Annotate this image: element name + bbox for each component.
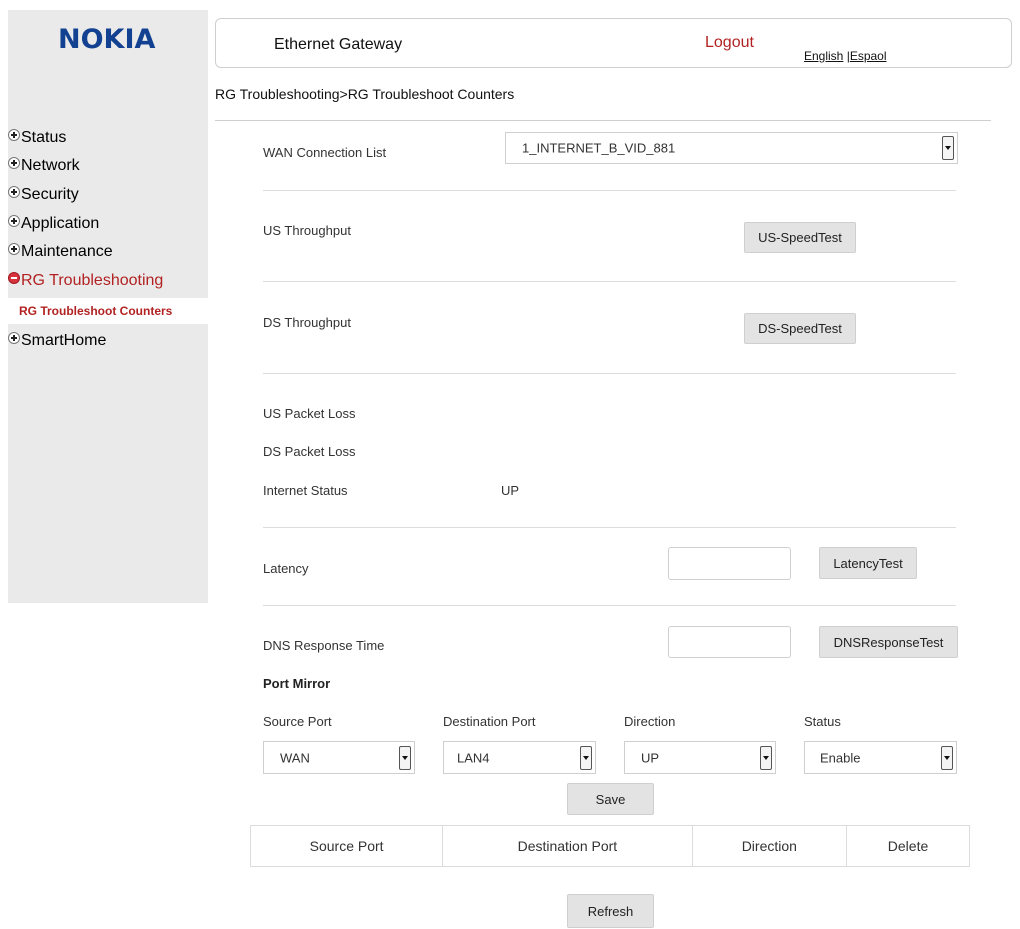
sidebar-item-security[interactable]: Security — [8, 184, 79, 206]
plus-icon — [8, 157, 20, 169]
sidebar-item-status[interactable]: Status — [8, 127, 66, 149]
sidebar-item-label: RG Troubleshooting — [21, 272, 164, 289]
plus-icon — [8, 332, 20, 344]
sidebar-item-label: Application — [21, 215, 100, 232]
divider — [263, 373, 956, 374]
header-title: Ethernet Gateway — [274, 36, 403, 53]
wan-connection-value: 1_INTERNET_B_VID_881 — [522, 140, 676, 156]
sidebar-subitem-rg-troubleshoot-counters[interactable]: RG Troubleshoot Counters — [8, 298, 208, 324]
sidebar-item-label: Security — [21, 186, 79, 203]
column-header-source-port: Source Port — [249, 825, 444, 867]
ds-throughput-label: DS Throughput — [263, 315, 351, 330]
refresh-button[interactable]: Refresh — [567, 894, 654, 928]
plus-icon — [8, 243, 20, 255]
save-button[interactable]: Save — [567, 783, 654, 815]
wan-connection-label: WAN Connection List — [263, 145, 387, 160]
column-header-delete: Delete — [846, 825, 970, 867]
column-header-destination-port: Destination Port — [442, 825, 693, 867]
us-speedtest-button[interactable]: US-SpeedTest — [744, 222, 856, 253]
sidebar-item-rg-troubleshooting[interactable]: RG Troubleshooting — [8, 270, 163, 292]
dns-response-label: DNS Response Time — [263, 638, 385, 653]
sidebar-item-label: Network — [21, 157, 80, 174]
divider — [263, 190, 956, 191]
ds-speedtest-button[interactable]: DS-SpeedTest — [744, 313, 856, 344]
sidebar-item-maintenance[interactable]: Maintenance — [8, 241, 113, 263]
ds-packet-loss-label: DS Packet Loss — [263, 444, 356, 459]
internet-status-value: UP — [501, 483, 520, 498]
latency-label: Latency — [263, 561, 309, 576]
sidebar-item-label: SmartHome — [21, 332, 107, 349]
logout-link[interactable]: Logout — [705, 34, 754, 52]
dns-response-test-button[interactable]: DNSResponseTest — [819, 626, 958, 658]
source-port-select[interactable]: WAN — [263, 741, 415, 774]
breadcrumb: RG Troubleshooting>RG Troubleshoot Count… — [215, 86, 515, 102]
status-select[interactable]: Enable — [804, 741, 957, 774]
plus-icon — [8, 215, 20, 227]
internet-status-label: Internet Status — [263, 483, 348, 498]
destination-port-label: Destination Port — [443, 714, 536, 729]
chevron-down-icon — [399, 745, 411, 770]
us-throughput-label: US Throughput — [263, 223, 351, 238]
latency-input[interactable] — [668, 547, 791, 580]
direction-label: Direction — [624, 714, 676, 729]
chevron-down-icon — [941, 745, 953, 770]
minus-icon — [8, 272, 20, 284]
sidebar-item-label: Status — [21, 129, 67, 146]
latency-test-button[interactable]: LatencyTest — [819, 547, 917, 579]
us-packet-loss-label: US Packet Loss — [263, 406, 356, 421]
source-port-label: Source Port — [263, 714, 332, 729]
destination-port-select[interactable]: LAN4 — [443, 741, 596, 774]
header-bar: Ethernet Gateway Logout English |Espaol — [215, 18, 1012, 68]
divider — [215, 120, 991, 121]
source-port-value: WAN — [280, 750, 310, 765]
espanol-link[interactable]: Espaol — [850, 49, 887, 63]
chevron-down-icon — [580, 745, 592, 770]
port-mirror-table: Source Port Destination Port Direction D… — [249, 825, 970, 867]
destination-port-value: LAN4 — [457, 750, 490, 765]
direction-select[interactable]: UP — [624, 741, 776, 774]
divider — [263, 527, 956, 528]
direction-value: UP — [641, 750, 660, 765]
status-value: Enable — [820, 750, 861, 765]
table-header-row: Source Port Destination Port Direction D… — [249, 825, 970, 867]
dns-response-input[interactable] — [668, 626, 791, 658]
divider — [263, 605, 956, 606]
sidebar-item-network[interactable]: Network — [8, 155, 80, 177]
plus-icon — [8, 129, 20, 141]
status-label: Status — [804, 714, 841, 729]
sidebar-item-smarthome[interactable]: SmartHome — [8, 330, 106, 352]
plus-icon — [8, 186, 20, 198]
language-switcher: English |Espaol — [804, 49, 887, 63]
wan-connection-select[interactable]: 1_INTERNET_B_VID_881 — [505, 132, 958, 164]
chevron-down-icon — [942, 136, 954, 160]
port-mirror-title: Port Mirror — [263, 676, 331, 691]
divider — [263, 281, 956, 282]
nokia-logo: NOKIA — [58, 24, 156, 55]
english-link[interactable]: English — [804, 49, 843, 63]
sidebar-item-label: Maintenance — [21, 243, 113, 260]
column-header-direction: Direction — [691, 825, 848, 867]
sidebar-item-application[interactable]: Application — [8, 213, 99, 235]
chevron-down-icon — [760, 745, 772, 770]
